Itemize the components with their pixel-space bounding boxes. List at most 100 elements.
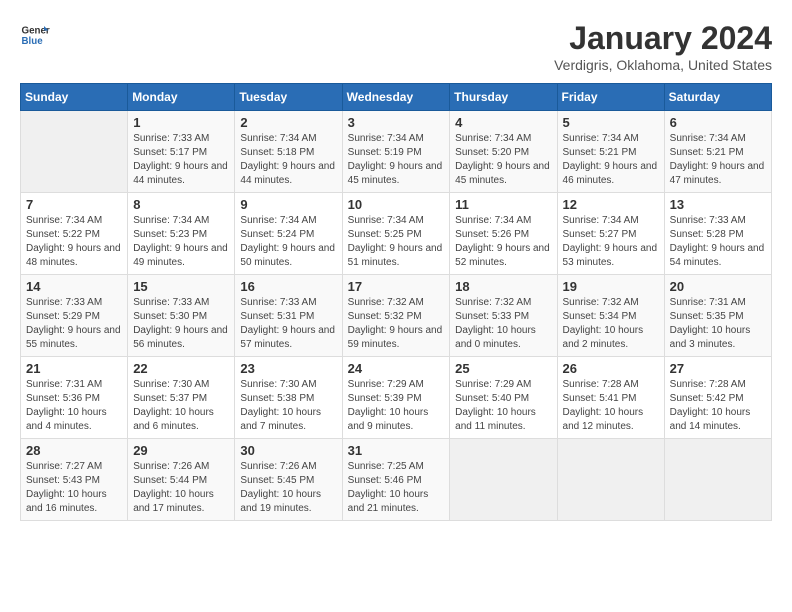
page-subtitle: Verdigris, Oklahoma, United States <box>554 57 772 73</box>
day-number: 24 <box>348 361 445 376</box>
calendar-cell: 21 Sunrise: 7:31 AMSunset: 5:36 PMDaylig… <box>21 357 128 439</box>
calendar-week-2: 7 Sunrise: 7:34 AMSunset: 5:22 PMDayligh… <box>21 193 772 275</box>
day-info: Sunrise: 7:34 AMSunset: 5:20 PMDaylight:… <box>455 133 550 186</box>
calendar-week-3: 14 Sunrise: 7:33 AMSunset: 5:29 PMDaylig… <box>21 275 772 357</box>
day-number: 21 <box>26 361 122 376</box>
day-info: Sunrise: 7:29 AMSunset: 5:39 PMDaylight:… <box>348 379 429 432</box>
day-number: 22 <box>133 361 229 376</box>
col-header-saturday: Saturday <box>664 84 771 111</box>
calendar-cell: 15 Sunrise: 7:33 AMSunset: 5:30 PMDaylig… <box>128 275 235 357</box>
day-info: Sunrise: 7:34 AMSunset: 5:26 PMDaylight:… <box>455 215 550 268</box>
calendar-cell: 14 Sunrise: 7:33 AMSunset: 5:29 PMDaylig… <box>21 275 128 357</box>
day-number: 20 <box>670 279 766 294</box>
calendar-cell: 22 Sunrise: 7:30 AMSunset: 5:37 PMDaylig… <box>128 357 235 439</box>
page-header: General Blue January 2024 Verdigris, Okl… <box>20 20 772 73</box>
calendar-cell: 17 Sunrise: 7:32 AMSunset: 5:32 PMDaylig… <box>342 275 450 357</box>
day-info: Sunrise: 7:33 AMSunset: 5:17 PMDaylight:… <box>133 133 228 186</box>
col-header-sunday: Sunday <box>21 84 128 111</box>
day-number: 10 <box>348 197 445 212</box>
calendar-cell <box>664 439 771 521</box>
logo: General Blue <box>20 20 50 50</box>
calendar-cell: 3 Sunrise: 7:34 AMSunset: 5:19 PMDayligh… <box>342 111 450 193</box>
day-info: Sunrise: 7:30 AMSunset: 5:37 PMDaylight:… <box>133 379 214 432</box>
day-number: 14 <box>26 279 122 294</box>
day-number: 18 <box>455 279 551 294</box>
day-info: Sunrise: 7:34 AMSunset: 5:24 PMDaylight:… <box>240 215 335 268</box>
calendar-week-5: 28 Sunrise: 7:27 AMSunset: 5:43 PMDaylig… <box>21 439 772 521</box>
day-number: 15 <box>133 279 229 294</box>
calendar-cell: 12 Sunrise: 7:34 AMSunset: 5:27 PMDaylig… <box>557 193 664 275</box>
day-number: 11 <box>455 197 551 212</box>
day-number: 19 <box>563 279 659 294</box>
calendar-cell: 25 Sunrise: 7:29 AMSunset: 5:40 PMDaylig… <box>450 357 557 439</box>
day-info: Sunrise: 7:34 AMSunset: 5:21 PMDaylight:… <box>670 133 765 186</box>
calendar-cell: 16 Sunrise: 7:33 AMSunset: 5:31 PMDaylig… <box>235 275 342 357</box>
col-header-wednesday: Wednesday <box>342 84 450 111</box>
calendar-cell: 23 Sunrise: 7:30 AMSunset: 5:38 PMDaylig… <box>235 357 342 439</box>
day-info: Sunrise: 7:32 AMSunset: 5:32 PMDaylight:… <box>348 297 443 350</box>
day-info: Sunrise: 7:27 AMSunset: 5:43 PMDaylight:… <box>26 461 107 514</box>
day-info: Sunrise: 7:26 AMSunset: 5:45 PMDaylight:… <box>240 461 321 514</box>
day-info: Sunrise: 7:33 AMSunset: 5:29 PMDaylight:… <box>26 297 121 350</box>
calendar-week-4: 21 Sunrise: 7:31 AMSunset: 5:36 PMDaylig… <box>21 357 772 439</box>
day-info: Sunrise: 7:28 AMSunset: 5:42 PMDaylight:… <box>670 379 751 432</box>
day-number: 13 <box>670 197 766 212</box>
day-number: 29 <box>133 443 229 458</box>
day-info: Sunrise: 7:26 AMSunset: 5:44 PMDaylight:… <box>133 461 214 514</box>
day-info: Sunrise: 7:34 AMSunset: 5:18 PMDaylight:… <box>240 133 335 186</box>
day-info: Sunrise: 7:33 AMSunset: 5:31 PMDaylight:… <box>240 297 335 350</box>
day-info: Sunrise: 7:29 AMSunset: 5:40 PMDaylight:… <box>455 379 536 432</box>
day-number: 3 <box>348 115 445 130</box>
day-number: 17 <box>348 279 445 294</box>
calendar-cell: 7 Sunrise: 7:34 AMSunset: 5:22 PMDayligh… <box>21 193 128 275</box>
day-number: 4 <box>455 115 551 130</box>
day-info: Sunrise: 7:33 AMSunset: 5:28 PMDaylight:… <box>670 215 765 268</box>
day-info: Sunrise: 7:28 AMSunset: 5:41 PMDaylight:… <box>563 379 644 432</box>
day-info: Sunrise: 7:32 AMSunset: 5:33 PMDaylight:… <box>455 297 536 350</box>
day-number: 9 <box>240 197 336 212</box>
day-info: Sunrise: 7:34 AMSunset: 5:19 PMDaylight:… <box>348 133 443 186</box>
day-info: Sunrise: 7:34 AMSunset: 5:21 PMDaylight:… <box>563 133 658 186</box>
header-row: SundayMondayTuesdayWednesdayThursdayFrid… <box>21 84 772 111</box>
day-number: 27 <box>670 361 766 376</box>
calendar-cell: 19 Sunrise: 7:32 AMSunset: 5:34 PMDaylig… <box>557 275 664 357</box>
calendar-cell: 11 Sunrise: 7:34 AMSunset: 5:26 PMDaylig… <box>450 193 557 275</box>
day-info: Sunrise: 7:34 AMSunset: 5:25 PMDaylight:… <box>348 215 443 268</box>
calendar-week-1: 1 Sunrise: 7:33 AMSunset: 5:17 PMDayligh… <box>21 111 772 193</box>
page-title: January 2024 <box>554 20 772 57</box>
col-header-friday: Friday <box>557 84 664 111</box>
calendar-cell: 9 Sunrise: 7:34 AMSunset: 5:24 PMDayligh… <box>235 193 342 275</box>
calendar-cell <box>557 439 664 521</box>
col-header-tuesday: Tuesday <box>235 84 342 111</box>
day-info: Sunrise: 7:25 AMSunset: 5:46 PMDaylight:… <box>348 461 429 514</box>
col-header-monday: Monday <box>128 84 235 111</box>
calendar-cell: 8 Sunrise: 7:34 AMSunset: 5:23 PMDayligh… <box>128 193 235 275</box>
calendar-table: SundayMondayTuesdayWednesdayThursdayFrid… <box>20 83 772 521</box>
day-number: 16 <box>240 279 336 294</box>
day-info: Sunrise: 7:31 AMSunset: 5:35 PMDaylight:… <box>670 297 751 350</box>
calendar-cell: 30 Sunrise: 7:26 AMSunset: 5:45 PMDaylig… <box>235 439 342 521</box>
day-number: 23 <box>240 361 336 376</box>
calendar-cell: 10 Sunrise: 7:34 AMSunset: 5:25 PMDaylig… <box>342 193 450 275</box>
day-number: 5 <box>563 115 659 130</box>
day-number: 1 <box>133 115 229 130</box>
calendar-cell: 24 Sunrise: 7:29 AMSunset: 5:39 PMDaylig… <box>342 357 450 439</box>
calendar-cell: 29 Sunrise: 7:26 AMSunset: 5:44 PMDaylig… <box>128 439 235 521</box>
day-number: 7 <box>26 197 122 212</box>
calendar-cell <box>450 439 557 521</box>
day-number: 25 <box>455 361 551 376</box>
day-number: 30 <box>240 443 336 458</box>
title-section: January 2024 Verdigris, Oklahoma, United… <box>554 20 772 73</box>
day-info: Sunrise: 7:34 AMSunset: 5:27 PMDaylight:… <box>563 215 658 268</box>
calendar-cell: 6 Sunrise: 7:34 AMSunset: 5:21 PMDayligh… <box>664 111 771 193</box>
svg-text:General: General <box>22 26 51 37</box>
day-info: Sunrise: 7:30 AMSunset: 5:38 PMDaylight:… <box>240 379 321 432</box>
calendar-cell <box>21 111 128 193</box>
calendar-cell: 4 Sunrise: 7:34 AMSunset: 5:20 PMDayligh… <box>450 111 557 193</box>
calendar-cell: 27 Sunrise: 7:28 AMSunset: 5:42 PMDaylig… <box>664 357 771 439</box>
calendar-cell: 31 Sunrise: 7:25 AMSunset: 5:46 PMDaylig… <box>342 439 450 521</box>
calendar-cell: 1 Sunrise: 7:33 AMSunset: 5:17 PMDayligh… <box>128 111 235 193</box>
day-info: Sunrise: 7:34 AMSunset: 5:23 PMDaylight:… <box>133 215 228 268</box>
calendar-cell: 5 Sunrise: 7:34 AMSunset: 5:21 PMDayligh… <box>557 111 664 193</box>
day-number: 31 <box>348 443 445 458</box>
